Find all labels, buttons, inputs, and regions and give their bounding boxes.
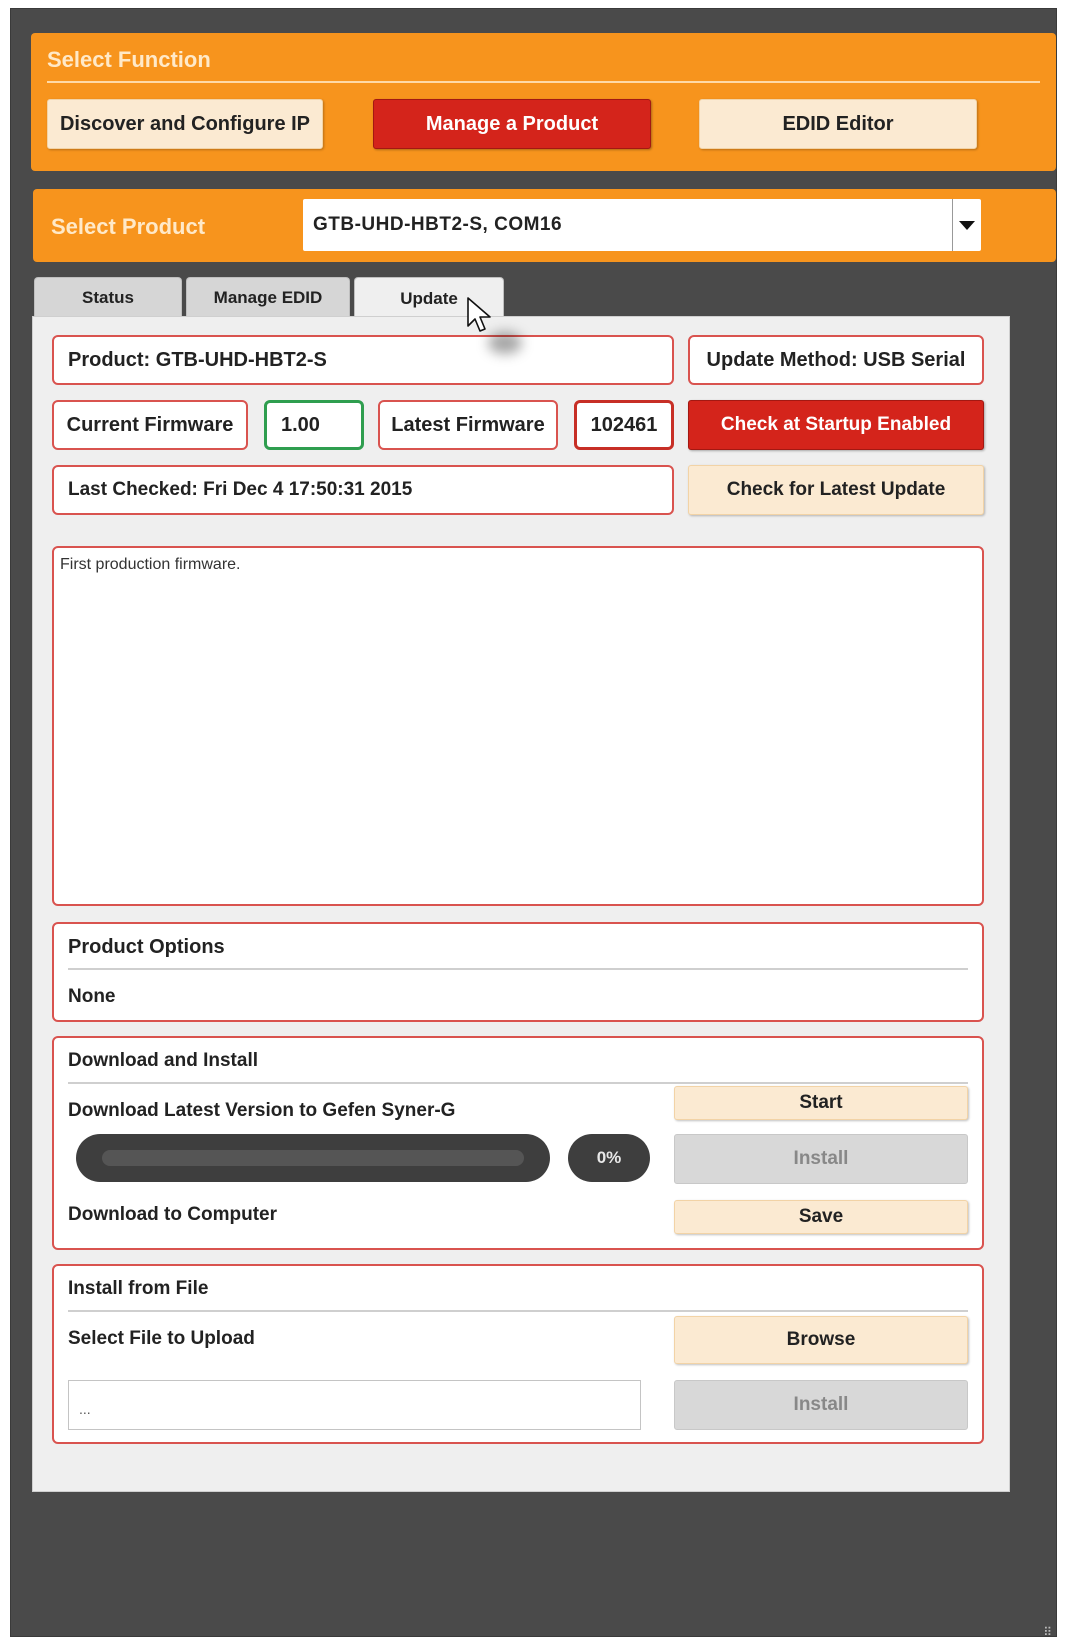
download-progress-bar bbox=[76, 1134, 550, 1182]
select-file-label: Select File to Upload bbox=[68, 1328, 255, 1349]
update-method-field: Update Method: USB Serial bbox=[688, 335, 984, 385]
latest-firmware-value: 102461 bbox=[574, 400, 674, 450]
release-notes-area[interactable]: First production firmware. bbox=[52, 546, 984, 906]
dropdown-arrow-button[interactable] bbox=[952, 199, 981, 251]
latest-firmware-label: Latest Firmware bbox=[378, 400, 558, 450]
download-computer-label: Download to Computer bbox=[68, 1204, 277, 1225]
product-field: Product: GTB-UHD-HBT2-S bbox=[52, 335, 674, 385]
manage-product-button[interactable]: Manage a Product bbox=[373, 99, 651, 149]
product-select[interactable]: GTB-UHD-HBT2-S, COM16 bbox=[303, 199, 981, 251]
select-product-title: Select Product bbox=[51, 214, 206, 239]
update-tab-content: Product: GTB-UHD-HBT2-S Update Method: U… bbox=[32, 316, 1010, 1492]
last-checked-field: Last Checked: Fri Dec 4 17:50:31 2015 bbox=[52, 465, 674, 515]
divider bbox=[68, 1310, 968, 1312]
edid-editor-button[interactable]: EDID Editor bbox=[699, 99, 977, 149]
select-product-panel: Select Product GTB-UHD-HBT2-S, COM16 bbox=[33, 189, 1056, 262]
install-file-button-disabled[interactable]: Install bbox=[674, 1380, 968, 1430]
install-from-file-section: Install from File Select File to Upload … bbox=[52, 1264, 984, 1444]
product-options-section: Product Options None bbox=[52, 922, 984, 1022]
browse-button[interactable]: Browse bbox=[674, 1316, 968, 1364]
select-function-title: Select Function bbox=[47, 47, 211, 72]
check-latest-update-button[interactable]: Check for Latest Update bbox=[688, 465, 984, 515]
check-at-startup-button[interactable]: Check at Startup Enabled bbox=[688, 400, 984, 450]
product-options-value: None bbox=[68, 986, 116, 1007]
download-install-section: Download and Install Download Latest Ver… bbox=[52, 1036, 984, 1250]
save-button[interactable]: Save bbox=[674, 1200, 968, 1234]
chevron-down-icon bbox=[959, 220, 975, 230]
download-latest-label: Download Latest Version to Gefen Syner-G bbox=[68, 1100, 456, 1121]
install-from-file-title: Install from File bbox=[68, 1278, 209, 1299]
discover-configure-ip-button[interactable]: Discover and Configure IP bbox=[47, 99, 323, 149]
resize-grip-icon[interactable]: ⠿ bbox=[1043, 1625, 1052, 1639]
mouse-cursor-icon bbox=[467, 297, 491, 332]
start-button[interactable]: Start bbox=[674, 1086, 968, 1120]
download-install-title: Download and Install bbox=[68, 1050, 259, 1071]
divider bbox=[47, 81, 1040, 83]
product-select-value: GTB-UHD-HBT2-S, COM16 bbox=[313, 214, 563, 235]
install-button-disabled[interactable]: Install bbox=[674, 1134, 968, 1184]
select-function-panel: Select Function Discover and Configure I… bbox=[31, 33, 1056, 171]
divider bbox=[68, 1082, 968, 1084]
current-firmware-value: 1.00 bbox=[264, 400, 364, 450]
progress-track bbox=[102, 1150, 524, 1166]
product-options-title: Product Options bbox=[68, 936, 225, 958]
progress-percent: 0% bbox=[568, 1134, 650, 1182]
divider bbox=[68, 968, 968, 970]
tab-status[interactable]: Status bbox=[34, 277, 182, 317]
current-firmware-label: Current Firmware bbox=[52, 400, 248, 450]
file-path-input[interactable]: ... bbox=[68, 1380, 641, 1430]
tab-manage-edid[interactable]: Manage EDID bbox=[186, 277, 350, 317]
release-notes-text: First production firmware. bbox=[60, 556, 241, 573]
